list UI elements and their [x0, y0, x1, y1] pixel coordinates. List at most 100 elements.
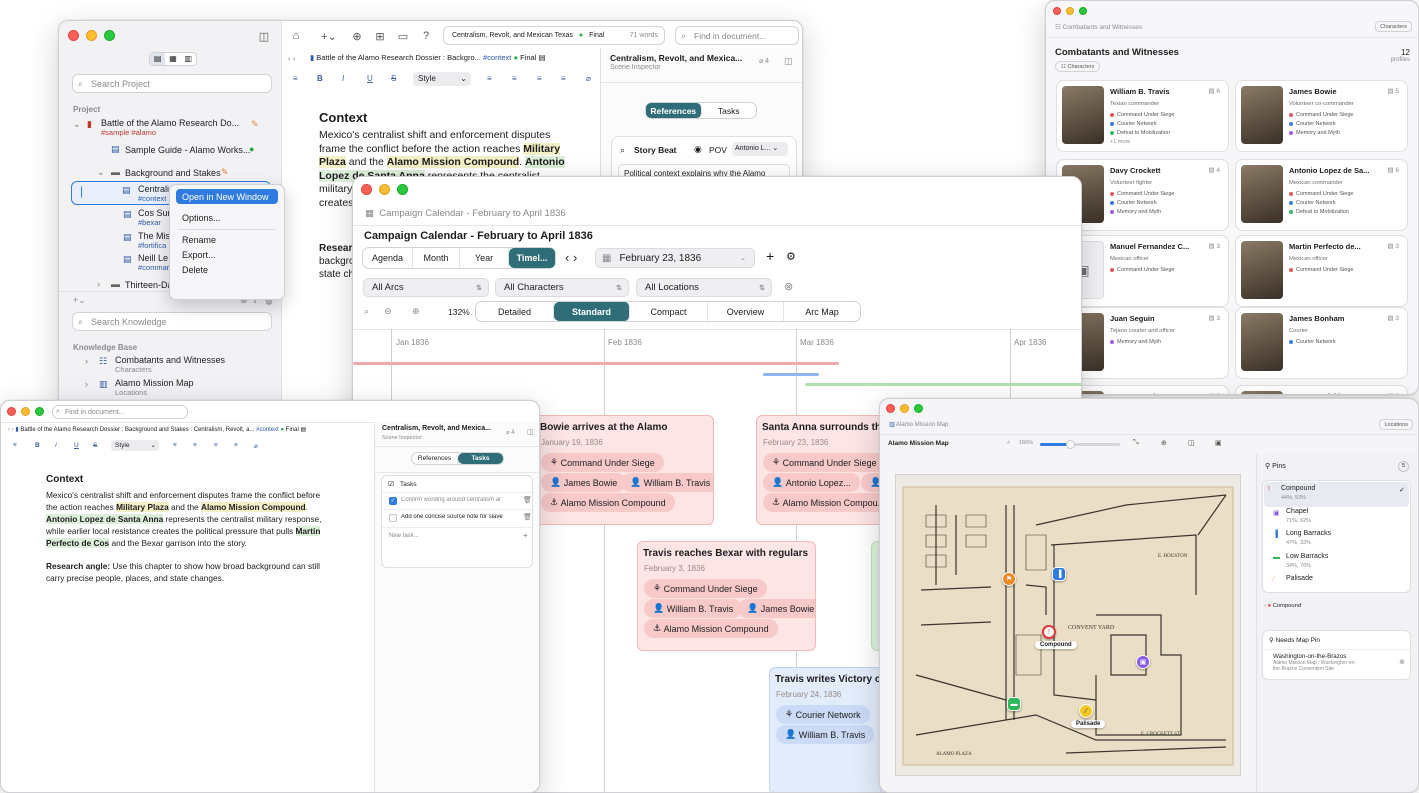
- arc-bar-red[interactable]: [353, 362, 839, 365]
- italic-icon[interactable]: I: [55, 442, 57, 449]
- kb-item-map[interactable]: › ▥ Alamo Mission Map Locations: [59, 376, 281, 400]
- help-icon[interactable]: ?: [415, 27, 437, 45]
- zoom-plus-icon[interactable]: ⊕: [412, 306, 420, 317]
- zoom-window-button[interactable]: [35, 407, 44, 416]
- pov-dropdown[interactable]: Antonio L... ⌄: [732, 142, 788, 156]
- add-icon[interactable]: +⌄: [73, 295, 86, 306]
- menu-rename[interactable]: Rename: [176, 232, 278, 247]
- tag-pill[interactable]: 👤 Antonio Lopez...: [763, 473, 860, 492]
- underline-icon[interactable]: U: [74, 442, 79, 449]
- characters-button[interactable]: Characters: [1375, 21, 1412, 32]
- view-month[interactable]: Month: [413, 248, 460, 268]
- kb-item-combatants[interactable]: › ☷ Combatants and Witnesses Characters: [59, 353, 281, 377]
- tag-pill[interactable]: 👤 William B. Travis: [621, 473, 713, 492]
- align-left-icon[interactable]: ≡: [487, 74, 492, 83]
- pin-label-compound[interactable]: Compound: [1035, 641, 1077, 649]
- document-settings-icon[interactable]: ▤: [300, 427, 306, 433]
- pin-list-item[interactable]: ! Compound 44%, 53% ✓: [1264, 482, 1409, 507]
- more-tags[interactable]: +1 more: [1110, 139, 1130, 145]
- find-in-document-input[interactable]: ⌕ Find in document...: [675, 26, 799, 45]
- task-checkbox-checked[interactable]: ✓: [389, 497, 397, 505]
- zoom-out-icon[interactable]: ⌕: [1007, 440, 1010, 447]
- mention-military-plaza[interactable]: Military Plaza: [116, 502, 169, 512]
- zoom-window-button[interactable]: [914, 404, 923, 413]
- nav-arrows[interactable]: ‹ ›: [288, 54, 296, 63]
- tree-item-sample-guide[interactable]: ▤ Sample Guide - Alamo Works... ●: [59, 141, 281, 165]
- link-icon[interactable]: ⌀: [586, 74, 591, 83]
- chevron-right-icon[interactable]: ›: [85, 356, 88, 366]
- event-travis-writes[interactable]: Travis writes Victory o February 24, 183…: [769, 667, 883, 792]
- zoom-slider-knob[interactable]: [1065, 440, 1075, 449]
- filter-locations[interactable]: All Locations ⇅: [636, 278, 772, 297]
- tree-item-dossier[interactable]: ⌄ ▮ Battle of the Alamo Research Do... #…: [59, 116, 281, 140]
- chevron-down-icon[interactable]: ⌄: [97, 167, 105, 178]
- density-overview[interactable]: Overview: [708, 302, 784, 321]
- align-center-icon[interactable]: ≡: [512, 74, 517, 83]
- locations-button[interactable]: Locations: [1379, 419, 1413, 430]
- tag-pill[interactable]: 👤 William B. Travis: [776, 725, 875, 744]
- character-card[interactable]: Susanna Dickinson ▤ 3: [1235, 385, 1408, 394]
- link-count[interactable]: ⌀ 4: [506, 429, 515, 436]
- character-card[interactable]: Martin Perfecto de... ▤ 3 Mexican officer C…: [1235, 235, 1408, 307]
- grid-view-icon[interactable]: ▥: [181, 53, 196, 65]
- add-menu-icon[interactable]: +⌄: [315, 27, 343, 45]
- minimize-window-button[interactable]: [900, 404, 909, 413]
- chevron-down-icon[interactable]: ⌄: [73, 119, 81, 130]
- zoom-minus-icon[interactable]: ⊖: [384, 306, 392, 317]
- trash-icon[interactable]: 🗑: [523, 496, 532, 504]
- tab-references[interactable]: References: [412, 453, 458, 464]
- density-detailed[interactable]: Detailed: [476, 302, 554, 321]
- density-compact[interactable]: Compact: [630, 302, 708, 321]
- pin-list-item[interactable]: ▐ Long Barracks 47%, 33%: [1269, 527, 1404, 552]
- tag-pill[interactable]: ⚘ Command Under Siege: [644, 579, 767, 598]
- pin-orange-flag[interactable]: ⚑: [1002, 572, 1016, 586]
- date-picker[interactable]: ▦ February 23, 1836 ⌄: [595, 248, 755, 268]
- view-year[interactable]: Year: [460, 248, 509, 268]
- justify-icon[interactable]: ≡: [234, 442, 238, 449]
- character-card[interactable]: James Bowie ▤ 5 Volunteer co-commander Comm…: [1235, 80, 1408, 152]
- align-center-icon[interactable]: ≡: [193, 442, 197, 449]
- align-icon[interactable]: ≡: [293, 74, 298, 83]
- tag-pill[interactable]: 👤 James Bowie: [738, 599, 815, 618]
- zoom-window-button[interactable]: [397, 184, 408, 195]
- tag-pill[interactable]: ⚓ Alamo Mission Compound: [644, 619, 778, 638]
- zoom-plus-icon[interactable]: ⊕: [1161, 439, 1167, 447]
- style-dropdown[interactable]: Style ⌄: [413, 72, 471, 86]
- close-window-button[interactable]: [886, 404, 895, 413]
- research-angle[interactable]: Research angle: Use this chapter to show…: [46, 560, 329, 584]
- new-task-input[interactable]: New task...: [389, 533, 419, 539]
- minimize-window-button[interactable]: [379, 184, 390, 195]
- clear-filters-icon[interactable]: ⊗: [784, 280, 793, 293]
- fit-icon[interactable]: ⤡: [1133, 439, 1139, 447]
- zoom-window-button[interactable]: [1079, 7, 1087, 15]
- filter-characters[interactable]: All Characters ⇅: [495, 278, 629, 297]
- tab-tasks[interactable]: Tasks: [458, 453, 503, 464]
- character-card[interactable]: Antonio Lopez de Sa... ▤ 6 Mexican command…: [1235, 159, 1408, 231]
- add-event-icon[interactable]: +: [766, 248, 774, 264]
- close-window-button[interactable]: [68, 30, 79, 41]
- cast-icon[interactable]: ▭: [392, 27, 414, 45]
- inspector-toggle-icon[interactable]: ◫: [784, 56, 793, 67]
- task-checkbox[interactable]: [389, 514, 397, 522]
- gear-icon[interactable]: ⚙: [786, 250, 796, 263]
- tag-pill[interactable]: ⚓ Alamo Mission Compound: [541, 493, 675, 512]
- menu-export[interactable]: Export...: [176, 247, 278, 262]
- filter-arcs[interactable]: All Arcs ⇅: [363, 278, 489, 297]
- sidebar-toggle-icon[interactable]: ◫: [1188, 439, 1195, 447]
- tag-pill[interactable]: 👤 William B. Travis: [644, 599, 743, 618]
- view-agenda[interactable]: Agenda: [363, 248, 413, 268]
- tag-pill[interactable]: 👤 James Bowie: [541, 473, 627, 492]
- link-count[interactable]: ⌀ 4: [759, 57, 769, 65]
- mention-alamo-compound[interactable]: Alamo Mission Compound: [386, 156, 520, 168]
- tag-pill[interactable]: ⚓ Alamo Mission Compou...: [763, 493, 885, 512]
- character-card[interactable]: James Bonham ▤ 3 Courier Courier Network: [1235, 307, 1408, 379]
- group-compound[interactable]: › ● Compound: [1264, 603, 1301, 609]
- doc-body[interactable]: Mexico's centralist shift and enforcemen…: [46, 489, 329, 549]
- find-in-document-input[interactable]: ⌕ Find in document...: [52, 405, 188, 419]
- align-right-icon[interactable]: ≡: [214, 442, 218, 449]
- pin-label-palisade[interactable]: Palisade: [1071, 720, 1106, 728]
- map-canvas[interactable]: CONVENT YARD E. HOUSTON E. CROCKETT ST. …: [895, 474, 1241, 776]
- view-timeline[interactable]: Timel...: [509, 248, 555, 268]
- align-icon[interactable]: ≡: [13, 442, 17, 449]
- menu-options[interactable]: Options...: [176, 210, 278, 225]
